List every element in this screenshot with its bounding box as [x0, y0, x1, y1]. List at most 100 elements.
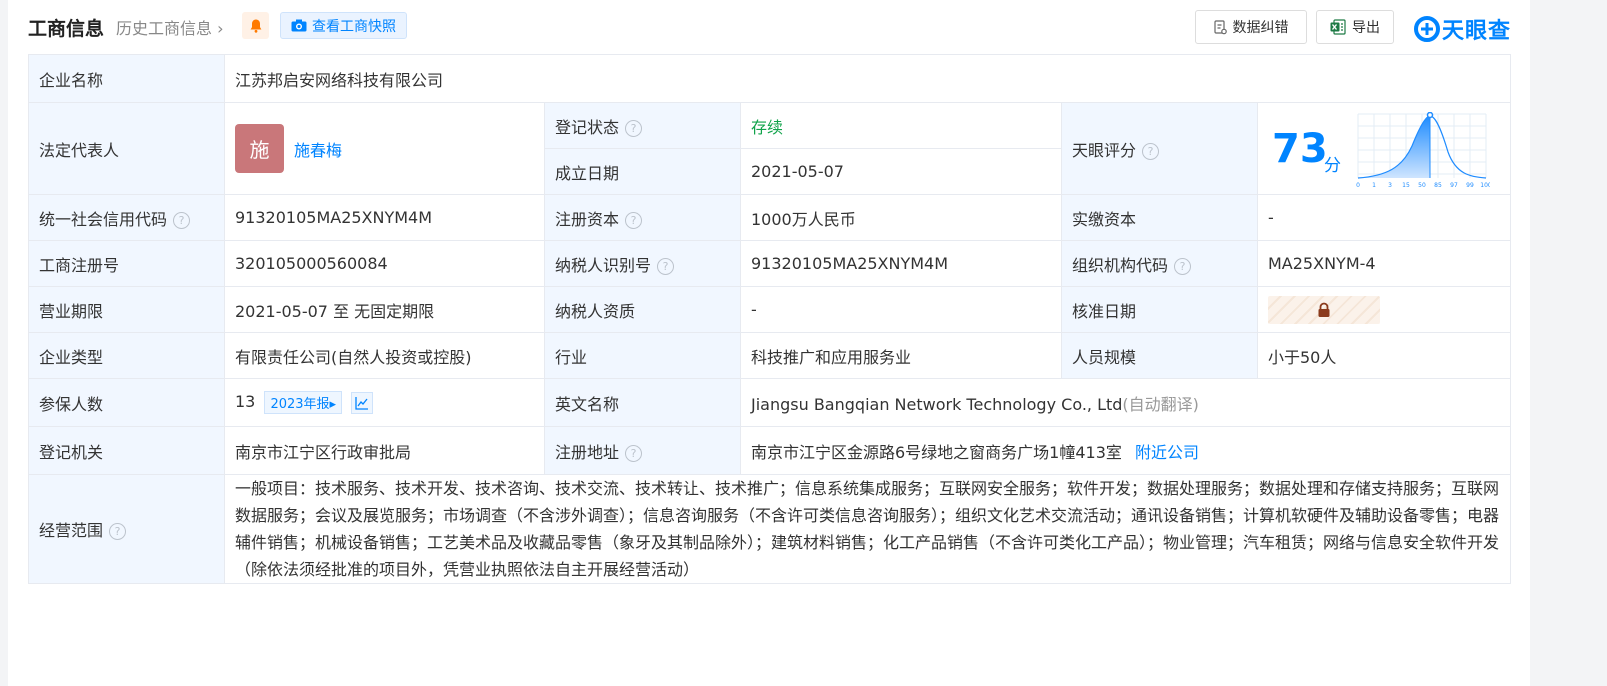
tianyan-score-label: 天眼评分? — [1061, 102, 1258, 195]
legal-rep-label: 法定代表人 — [28, 102, 225, 195]
help-icon[interactable]: ? — [625, 211, 643, 229]
help-icon[interactable]: ? — [109, 523, 127, 540]
table-row: 企业名称 江苏邦启安网络科技有限公司 — [28, 54, 1512, 103]
reg-address-cell: 南京市江宁区金源路6号绿地之窗商务广场1幢413室 附近公司 — [739, 426, 1512, 475]
reg-number-value: 320105000560084 — [224, 240, 545, 287]
biz-term-label: 营业期限 — [28, 286, 225, 333]
table-row: 登记机关 南京市江宁区行政审批局 注册地址? 南京市江宁区金源路6号绿地之窗商务… — [28, 426, 1512, 475]
approve-date-cell — [1256, 286, 1512, 333]
score-tick-label: 99 — [1466, 182, 1474, 189]
staff-size-label: 人员规模 — [1061, 332, 1258, 379]
table-row: 统一社会信用代码? 91320105MA25XNYM4M 注册资本? 1000万… — [28, 194, 1512, 241]
snapshot-label: 查看工商快照 — [312, 18, 396, 35]
org-code-label: 组织机构代码? — [1061, 240, 1258, 287]
snapshot-button[interactable]: 查看工商快照 — [280, 12, 407, 39]
data-correction-label: 数据纠错 — [1232, 20, 1289, 36]
approve-date-label: 核准日期 — [1061, 286, 1258, 333]
score-number: 73 — [1272, 125, 1328, 172]
score-tick-label: 1 — [1372, 182, 1376, 189]
section-header: 工商信息 历史工商信息 › 查看工商快照 数据纠错 导出 天眼查 — [28, 10, 1520, 44]
industry-label: 行业 — [544, 332, 741, 379]
score-tick-label: 50 — [1418, 182, 1426, 189]
table-row: 企业类型 有限责任公司(自然人投资或控股) 行业 科技推广和应用服务业 人员规模… — [28, 332, 1512, 379]
help-icon[interactable]: ? — [1174, 257, 1192, 275]
page-card: 工商信息 历史工商信息 › 查看工商快照 数据纠错 导出 天眼查 企业名称 江苏… — [8, 0, 1530, 686]
insured-value: 13 — [235, 392, 256, 411]
tianyancha-logo: 天眼查 — [1414, 13, 1511, 45]
approve-date-locked[interactable] — [1268, 295, 1380, 324]
bell-icon — [250, 19, 261, 33]
logo-mark-icon — [1414, 16, 1440, 42]
reg-capital-label-text: 注册资本 — [555, 209, 620, 229]
score-tick-label: 15 — [1402, 182, 1410, 189]
score-tick-label: 100 — [1480, 182, 1490, 189]
paid-capital-value: - — [1256, 194, 1512, 241]
reg-address-value: 南京市江宁区金源路6号绿地之窗商务广场1幢413室 — [751, 442, 1122, 462]
taxpayer-qual-label: 纳税人资质 — [544, 286, 741, 333]
business-info-table: 企业名称 江苏邦启安网络科技有限公司 法定代表人 施施春梅 登记状态? 存续 天… — [28, 54, 1512, 584]
annual-report-label: 2023年报 — [270, 397, 330, 412]
taxpayer-qual-value: - — [740, 286, 1062, 333]
credit-code-label: 统一社会信用代码? — [28, 194, 225, 241]
scope-label: 经营范围? — [28, 474, 225, 584]
annual-report-badge[interactable]: 2023年报▸ — [264, 391, 343, 414]
tianyan-score-label-text: 天眼评分 — [1072, 140, 1137, 160]
page-scrollbar[interactable] — [1548, 0, 1570, 686]
reg-authority-value: 南京市江宁区行政审批局 — [224, 426, 545, 475]
found-date-label: 成立日期 — [544, 148, 741, 195]
score-tick-label: 97 — [1450, 182, 1458, 189]
help-icon[interactable]: ? — [1142, 142, 1160, 160]
lock-icon — [1318, 302, 1330, 317]
reg-capital-label: 注册资本? — [544, 194, 741, 241]
monitor-bell-button[interactable] — [242, 12, 269, 39]
help-icon[interactable]: ? — [625, 444, 643, 462]
reg-number-label: 工商注册号 — [28, 240, 225, 287]
taxpayer-id-label-text: 纳税人识别号 — [555, 255, 652, 275]
avatar[interactable]: 施 — [235, 124, 284, 173]
paid-capital-label: 实缴资本 — [1061, 194, 1258, 241]
export-label: 导出 — [1352, 20, 1380, 36]
reg-status-label: 登记状态? — [544, 102, 741, 149]
scope-value: 一般项目：技术服务、技术开发、技术咨询、技术交流、技术转让、技术推广；信息系统集… — [223, 474, 1512, 584]
data-correction-button[interactable]: 数据纠错 — [1195, 10, 1307, 44]
table-row: 参保人数 13 2023年报▸ 英文名称 Jiangsu Bangqian Ne… — [28, 378, 1512, 427]
staff-size-value: 小于50人 — [1256, 332, 1512, 379]
company-name-label: 企业名称 — [28, 54, 225, 103]
trend-chart-button[interactable] — [351, 391, 374, 414]
help-icon[interactable]: ? — [173, 211, 191, 229]
excel-icon — [1330, 19, 1346, 35]
reg-status-value: 存续 — [740, 102, 1062, 149]
score-tick-label: 0 — [1356, 182, 1360, 189]
caret-right-icon: ▸ — [329, 397, 337, 412]
legal-rep-name-link[interactable]: 施春梅 — [294, 141, 342, 160]
org-code-value: MA25XNYM-4 — [1256, 240, 1512, 287]
nearby-companies-link[interactable]: 附近公司 — [1135, 443, 1199, 462]
score-wrap: 73 分 0 1 3 15 50 85 97 99 100 — [1258, 104, 1510, 194]
table-row: 法定代表人 施施春梅 登记状态? 存续 天眼评分? 73 分 0 1 3 15 … — [28, 102, 1512, 195]
export-button[interactable]: 导出 — [1316, 10, 1394, 44]
reg-address-label: 注册地址? — [544, 426, 741, 475]
reg-status-label-text: 登记状态 — [555, 117, 620, 137]
industry-value: 科技推广和应用服务业 — [740, 332, 1062, 379]
english-name-cell: Jiangsu Bangqian Network Technology Co.,… — [739, 378, 1512, 427]
biz-term-value: 2021-05-07 至 无固定期限 — [224, 286, 545, 333]
help-icon[interactable]: ? — [625, 119, 643, 137]
help-icon[interactable]: ? — [657, 257, 675, 275]
english-name-value: Jiangsu Bangqian Network Technology Co.,… — [751, 394, 1123, 414]
company-type-value: 有限责任公司(自然人投资或控股) — [224, 332, 545, 379]
insured-cell: 13 2023年报▸ — [224, 378, 545, 427]
company-type-label: 企业类型 — [28, 332, 225, 379]
reg-capital-value: 1000万人民币 — [740, 194, 1062, 241]
tianyan-score-cell[interactable]: 73 分 0 1 3 15 50 85 97 99 100 — [1256, 102, 1512, 195]
reg-authority-label: 登记机关 — [28, 426, 225, 475]
table-row: 经营范围? 一般项目：技术服务、技术开发、技术咨询、技术交流、技术转让、技术推广… — [28, 474, 1512, 584]
credit-code-value: 91320105MA25XNYM4M — [224, 194, 545, 241]
trend-chart-icon — [355, 396, 369, 410]
auto-translate-note: (自动翻译) — [1122, 394, 1199, 414]
history-link[interactable]: 历史工商信息 › — [116, 15, 224, 39]
table-row: 工商注册号 320105000560084 纳税人识别号? 91320105MA… — [28, 240, 1512, 287]
edit-doc-icon — [1213, 19, 1227, 34]
score-tick-label: 85 — [1434, 182, 1442, 189]
found-date-value: 2021-05-07 — [740, 148, 1062, 195]
score-tick-label: 3 — [1388, 182, 1392, 189]
